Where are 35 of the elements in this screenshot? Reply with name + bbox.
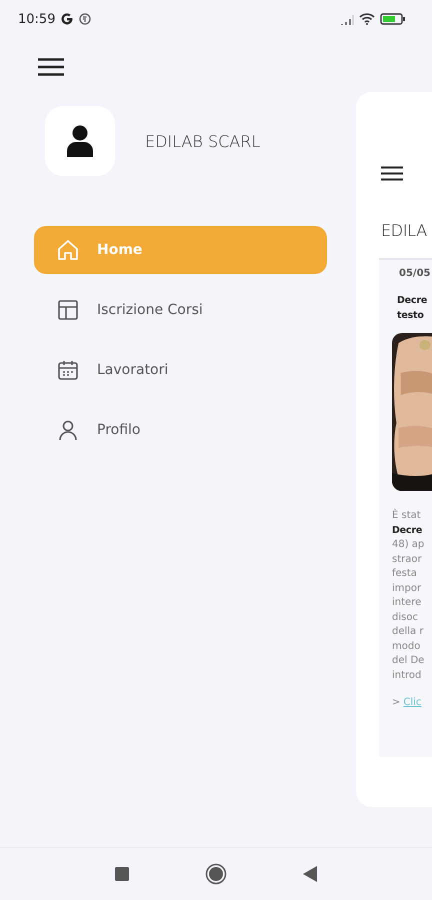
company-name: EDILAB SCARL — [145, 132, 260, 150]
news-text: straor — [392, 552, 423, 566]
news-text: impor — [392, 582, 422, 596]
news-text: intere — [392, 596, 422, 610]
news-text: del De — [392, 654, 426, 668]
menu-item[interactable]: Profilo — [34, 406, 327, 454]
menu-item[interactable]: Iscrizione Corsi — [34, 286, 327, 334]
news-text: Decre — [392, 524, 424, 538]
status-time: 10:59 — [18, 12, 56, 26]
person-icon — [67, 125, 93, 157]
news-text: festa — [392, 567, 418, 581]
wifi-icon — [359, 13, 375, 25]
news-text: 48) ap — [392, 538, 426, 552]
news-text: modo — [392, 640, 422, 654]
menu-item[interactable]: Lavoratori — [34, 346, 327, 394]
person-icon — [57, 419, 79, 441]
back-icon[interactable] — [303, 866, 317, 882]
news-headline: Decre — [397, 294, 428, 308]
link-prefix: > — [392, 697, 400, 708]
news-date: 05/05 — [399, 268, 432, 279]
news-text: disoc — [392, 610, 419, 624]
page-title: EDILA — [381, 221, 428, 240]
news-text: introd — [392, 668, 422, 682]
menu-icon[interactable] — [381, 166, 403, 181]
home-icon — [57, 239, 79, 261]
calendar-icon — [57, 359, 79, 381]
signal-icon — [340, 14, 354, 24]
news-headline: testo — [397, 309, 425, 323]
news-text: della r — [392, 625, 424, 639]
news-text: È stat — [392, 509, 422, 523]
battery-icon — [380, 13, 406, 25]
home-button-icon[interactable] — [205, 863, 227, 885]
google-icon — [60, 12, 74, 26]
menu-icon[interactable] — [38, 58, 64, 76]
layout-icon — [57, 299, 79, 321]
